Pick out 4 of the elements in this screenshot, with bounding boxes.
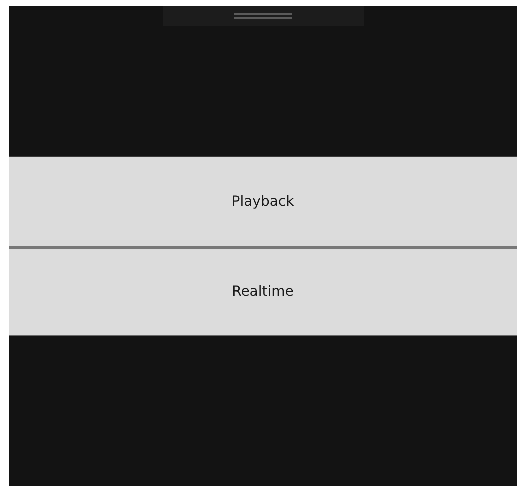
drag-handle[interactable]: [162, 6, 364, 26]
menu-item[interactable]: Playback: [9, 157, 517, 246]
grip-icon: [234, 13, 292, 19]
menu-item[interactable]: Realtime: [9, 246, 517, 335]
